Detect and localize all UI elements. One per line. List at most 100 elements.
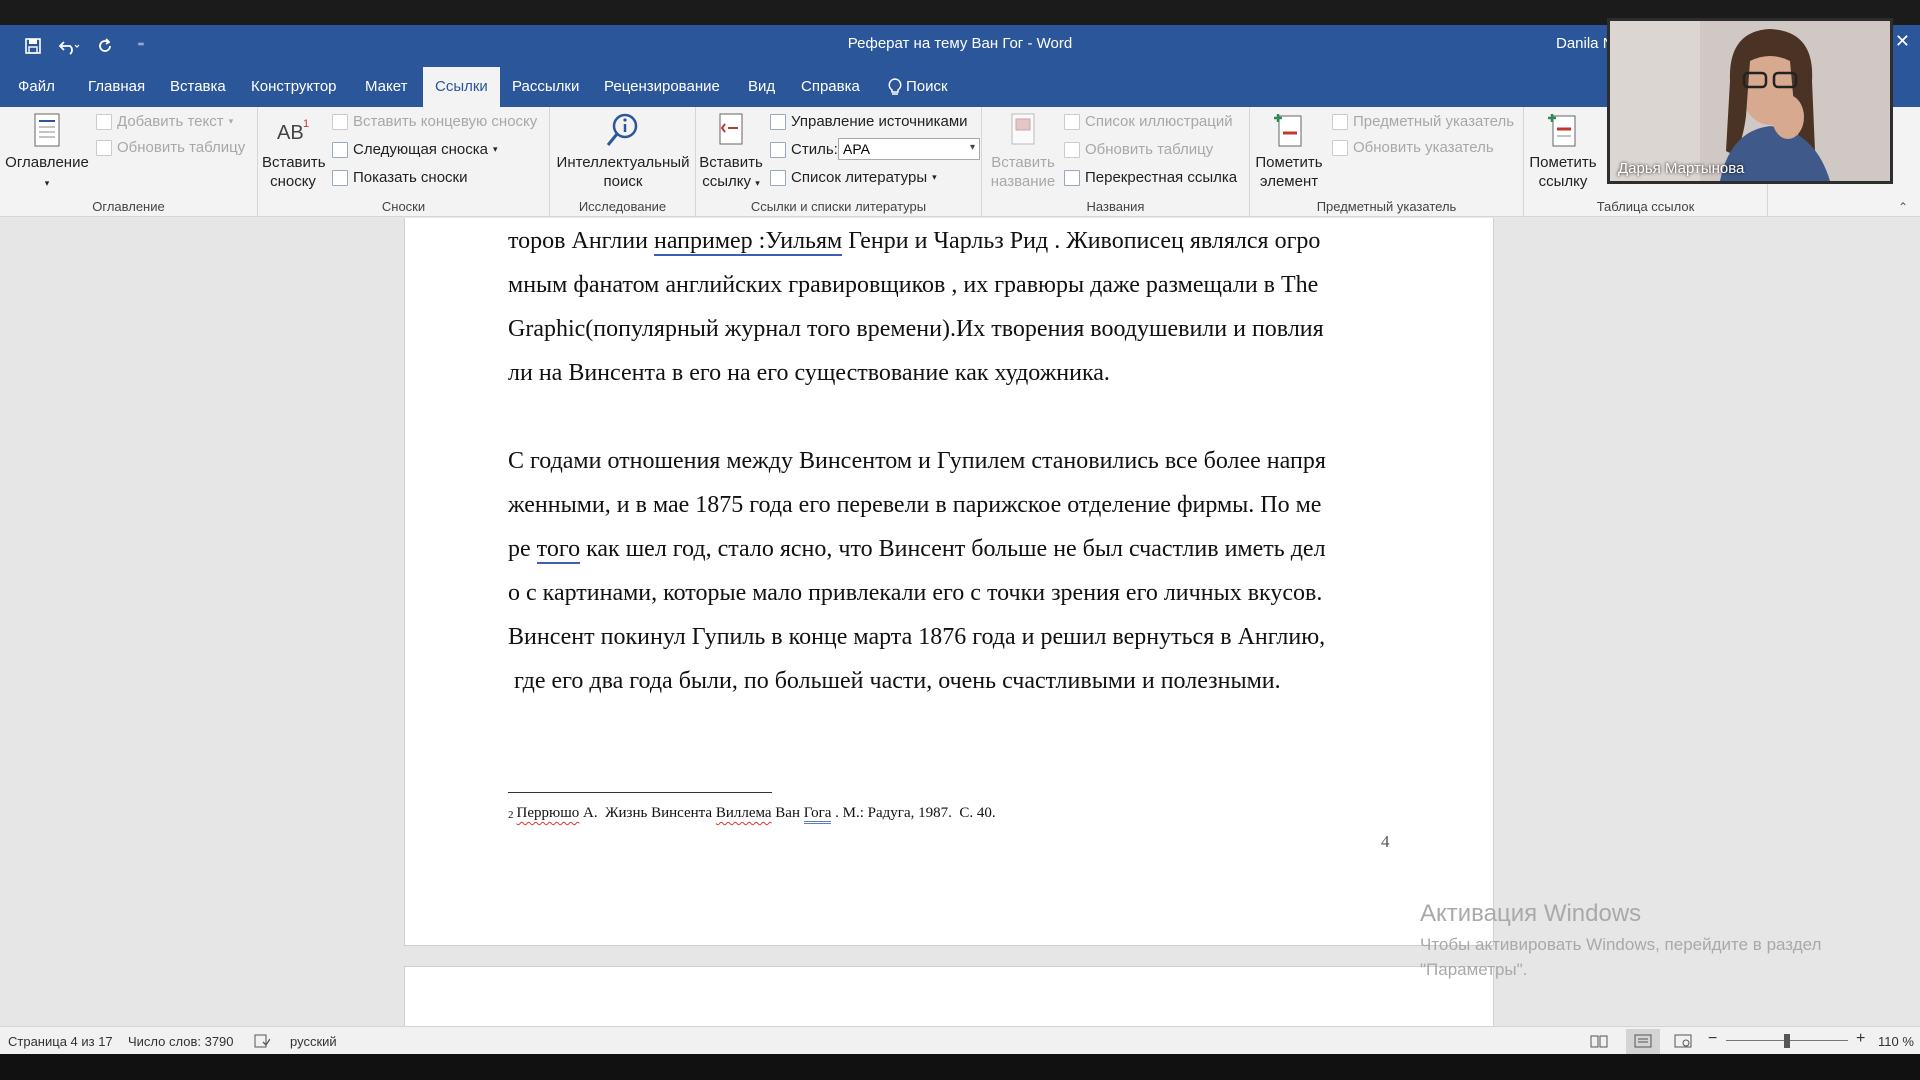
tab-home[interactable]: Главная [76, 67, 157, 107]
status-bar: Страница 4 из 17 Число слов: 3790 русски… [0, 1026, 1920, 1056]
tab-mailings[interactable]: Рассылки [500, 67, 591, 107]
toc-button[interactable]: Оглавление ▾ [4, 111, 90, 193]
group-label-citations: Ссылки и списки литературы [750, 199, 927, 214]
show-notes-button[interactable]: Показать сноски [332, 169, 468, 186]
text-line: мным фанатом английских гравировщиков , … [508, 272, 1319, 298]
collapse-ribbon-icon[interactable]: ⌃ [1898, 200, 1908, 214]
style-dropdown[interactable]: APA ▾ [838, 138, 980, 160]
read-mode-icon[interactable] [1590, 1034, 1608, 1051]
chevron-down-icon: ▾ [932, 172, 937, 182]
insert-footnote-label-2: сноску [270, 173, 316, 190]
chevron-down-icon: ▾ [755, 178, 760, 188]
index-icon [1332, 113, 1348, 130]
windows-activation-watermark: Активация Windows Чтобы активировать Win… [1420, 900, 1821, 982]
text-link[interactable]: например :Уильям [653, 228, 843, 256]
style-label-wrap: Стиль: [770, 141, 838, 158]
manage-sources-button[interactable]: Управление источниками [770, 113, 968, 130]
language[interactable]: русский [290, 1034, 337, 1049]
next-page[interactable] [404, 966, 1494, 1026]
list-illustrations-button[interactable]: Список иллюстраций [1064, 113, 1233, 130]
manage-sources-icon [770, 113, 786, 130]
chevron-down-icon: ▾ [44, 178, 50, 188]
zoom-out-button[interactable]: − [1708, 1030, 1717, 1048]
text-link[interactable]: того [536, 536, 581, 564]
bibliography-icon [770, 169, 786, 186]
group-label-footnotes: Сноски [381, 199, 426, 214]
tab-design[interactable]: Конструктор [239, 67, 349, 107]
tab-references[interactable]: Ссылки [423, 67, 500, 107]
activation-text: "Параметры". [1420, 960, 1528, 979]
bibliography-button[interactable]: Список литературы ▾ [770, 169, 937, 186]
subject-index-button[interactable]: Предметный указатель [1332, 113, 1514, 130]
zoom-level[interactable]: 110 % [1878, 1034, 1914, 1049]
footnote-text: . М.: Радуга, 1987. С. 40. [831, 805, 996, 821]
update-toc-button[interactable]: Обновить таблицу [96, 139, 245, 156]
smart-lookup-button[interactable]: Интеллектуальный поиск [554, 111, 692, 191]
footnote-icon: AB 1 [277, 118, 309, 144]
insert-endnote-button[interactable]: Вставить концевую сноску [332, 113, 537, 130]
footnote-number: 2 [508, 809, 514, 821]
insert-citation-button[interactable]: Вставить ссылку ▾ [698, 111, 764, 193]
footnote-text: Ван [771, 805, 804, 821]
footnote-text: А. Жизнь Винсента [579, 805, 716, 821]
tab-layout[interactable]: Макет [353, 67, 419, 107]
subject-index-label: Предметный указатель [1353, 113, 1515, 130]
mark-entry-label-2: элемент [1259, 173, 1319, 190]
smart-lookup-icon [606, 113, 638, 146]
tab-review[interactable]: Рецензирование [592, 67, 732, 107]
update-index-button[interactable]: Обновить указатель [1332, 139, 1494, 156]
chevron-down-icon: ▾ [492, 144, 498, 154]
close-icon[interactable]: ✕ [1895, 31, 1910, 52]
add-text-button[interactable]: Добавить текст ▾ [96, 113, 233, 130]
text-line: о с картинами, которые мало привлекали е… [508, 580, 1323, 606]
lightbulb-icon [888, 78, 902, 95]
mark-citation-label-2: ссылку [1538, 173, 1588, 190]
word-count[interactable]: Число слов: 3790 [128, 1034, 234, 1049]
show-notes-icon [332, 169, 348, 186]
tab-file[interactable]: Файл [6, 67, 67, 107]
insert-endnote-label: Вставить концевую сноску [353, 113, 538, 130]
update-figures-button[interactable]: Обновить таблицу [1064, 141, 1213, 158]
smart-lookup-label-2: поиск [603, 173, 643, 190]
tab-view[interactable]: Вид [736, 67, 787, 107]
footnote-text: Перрюшо [516, 805, 580, 821]
add-text-label: Добавить текст [117, 113, 224, 130]
mark-entry-icon [1274, 114, 1302, 147]
participant-video [1610, 21, 1890, 181]
group-label-authorities: Таблица ссылок [1596, 199, 1695, 214]
user-name[interactable]: Danila N [1556, 35, 1614, 52]
style-icon [770, 141, 786, 158]
footnote-text: Гога [803, 805, 832, 824]
text-line: женными, и в мае 1875 года его перевели … [508, 492, 1322, 518]
group-citations: Вставить ссылку ▾ Управление источниками… [696, 107, 982, 217]
web-layout-icon[interactable] [1674, 1034, 1692, 1051]
page-count[interactable]: Страница 4 из 17 [8, 1034, 113, 1049]
tab-insert[interactable]: Вставка [158, 67, 238, 107]
mark-entry-button[interactable]: Пометить элемент [1252, 111, 1326, 191]
tab-search[interactable]: Поиск [874, 67, 960, 107]
list-illustrations-icon [1064, 113, 1080, 130]
zoom-slider-thumb[interactable] [1784, 1034, 1790, 1048]
svg-text:AB: AB [277, 122, 304, 144]
insert-caption-button[interactable]: Вставить название [990, 111, 1056, 191]
zoom-in-button[interactable]: + [1856, 1030, 1865, 1048]
print-layout-icon[interactable] [1626, 1029, 1660, 1056]
manage-sources-label: Управление источниками [791, 113, 968, 130]
text-line: Graphic(популярный журнал того времени).… [508, 316, 1324, 342]
mark-citation-button[interactable]: Пометить ссылку [1526, 111, 1600, 191]
group-label-captions: Названия [1086, 199, 1145, 214]
text-line: Винсент покинул Гупиль в конце марта 187… [508, 624, 1326, 650]
proofing-icon[interactable] [254, 1034, 271, 1051]
text-line: ли на Винсента в его на его существовани… [508, 360, 1110, 386]
tab-help[interactable]: Справка [789, 67, 872, 107]
smart-lookup-label-1: Интеллектуальный [556, 154, 690, 171]
cross-reference-button[interactable]: Перекрестная ссылка [1064, 169, 1237, 186]
next-footnote-button[interactable]: Следующая сноска ▾ [332, 141, 497, 158]
footnote-separator [508, 792, 772, 793]
cross-reference-icon [1064, 169, 1080, 186]
insert-footnote-button[interactable]: AB 1 Вставить сноску [262, 111, 326, 191]
update-figures-label: Обновить таблицу [1085, 141, 1214, 158]
insert-citation-label-2: ссылку [702, 173, 752, 190]
group-label-index: Предметный указатель [1316, 199, 1457, 214]
footnote: 2 Перрюшо А. Жизнь Винсента Виллема Ван Г… [508, 805, 996, 824]
